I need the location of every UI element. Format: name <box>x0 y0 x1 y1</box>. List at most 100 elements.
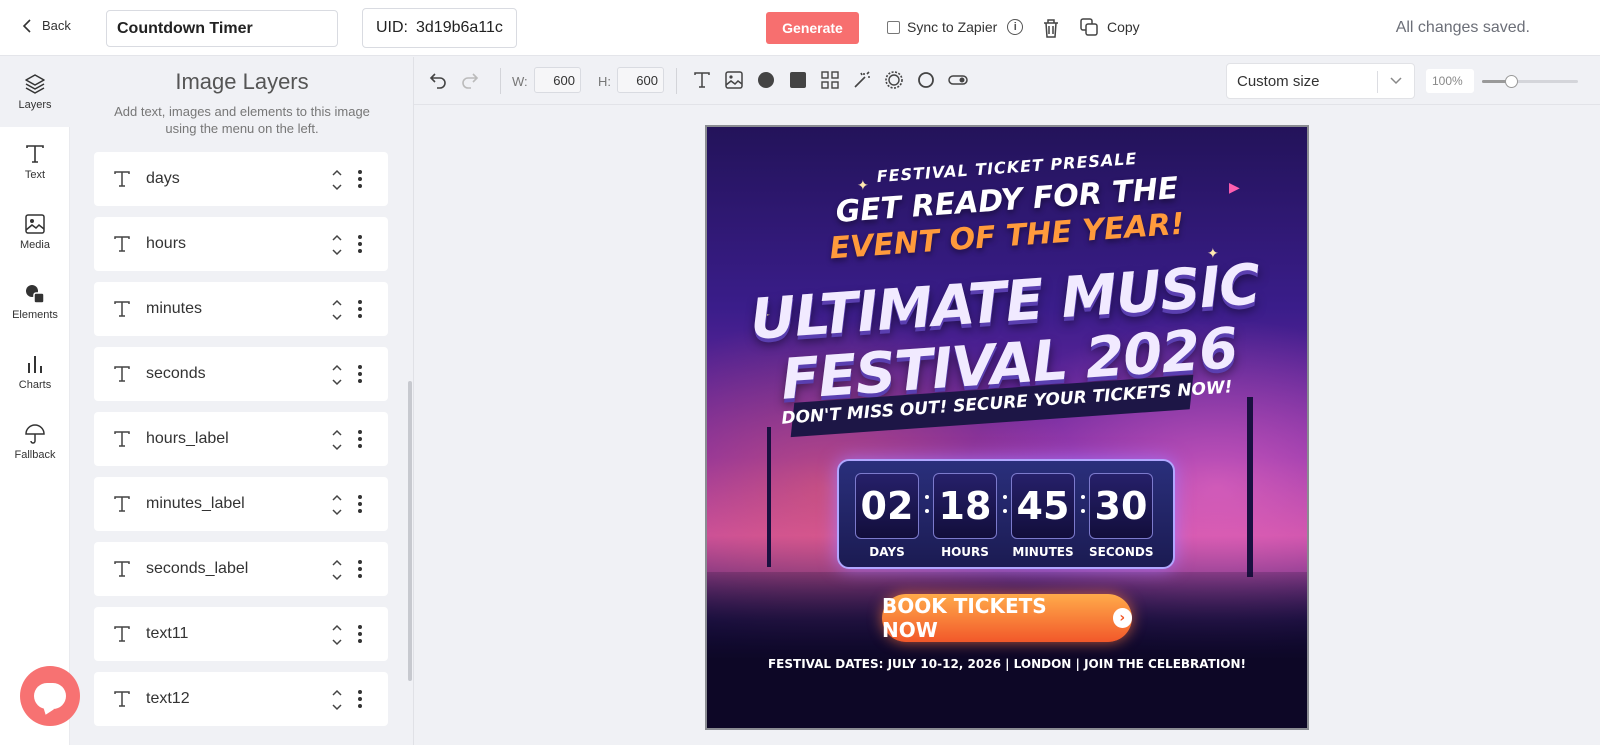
more-options-icon[interactable] <box>358 430 362 448</box>
trash-icon[interactable] <box>1042 18 1060 38</box>
festival-dates-text: FESTIVAL DATES: JULY 10-12, 2026 | LONDO… <box>767 657 1246 671</box>
layer-item[interactable]: text11 <box>94 607 388 661</box>
layer-name: seconds_label <box>146 560 249 577</box>
sync-zapier-checkbox[interactable] <box>887 20 900 34</box>
book-tickets-label: BOOK TICKETS NOW <box>882 594 1047 642</box>
layer-item[interactable]: minutes_label <box>94 477 388 531</box>
text-icon <box>26 145 44 163</box>
layer-item[interactable]: seconds <box>94 347 388 401</box>
text-layer-icon <box>112 364 132 384</box>
zoom-slider[interactable] <box>1482 75 1578 88</box>
sync-zapier[interactable]: Sync to Zapier i <box>887 19 1024 35</box>
height-input[interactable] <box>617 67 664 93</box>
more-options-icon[interactable] <box>358 170 362 188</box>
more-options-icon[interactable] <box>358 235 362 253</box>
grid-icon[interactable] <box>820 70 840 90</box>
countdown-minutes-label: MINUTES <box>1012 545 1074 559</box>
toggle-icon[interactable] <box>948 70 968 90</box>
back-button[interactable]: Back <box>22 18 71 33</box>
copy-button[interactable]: Copy <box>1080 18 1140 36</box>
image-icon <box>25 214 45 234</box>
top-bar: Back UID: 3d19b6a11c Generate Sync to Za… <box>0 0 1600 56</box>
rail-item-charts[interactable]: Charts <box>0 337 70 407</box>
template-name-input[interactable] <box>106 10 338 47</box>
design-canvas[interactable]: ✦ ✦ ✦ ▶ FESTIVAL TICKET PRESALE GET READ… <box>705 125 1309 730</box>
countdown-seconds: 30 <box>1089 473 1153 539</box>
editor-toolbar: W: H: Custom size 100% <box>414 57 1600 105</box>
more-options-icon[interactable] <box>358 495 362 513</box>
countdown-seconds-label: SECONDS <box>1089 545 1154 559</box>
width-label: W: <box>512 74 528 89</box>
rail-item-fallback[interactable]: Fallback <box>0 407 70 477</box>
panel-subtitle: Add text, images and elements to this im… <box>114 104 370 136</box>
panel-scrollbar[interactable] <box>408 381 412 681</box>
text-layer-icon <box>112 234 132 254</box>
more-options-icon[interactable] <box>358 625 362 643</box>
reorder-icon[interactable] <box>332 623 342 647</box>
panel-title: Image Layers <box>175 69 309 94</box>
countdown-panel: 02 18 45 30 DAYS HOURS MINUTES SECONDS <box>837 459 1175 569</box>
magic-wand-icon[interactable] <box>852 70 872 90</box>
size-preset-select[interactable]: Custom size <box>1226 63 1415 99</box>
countdown-minutes: 45 <box>1011 473 1075 539</box>
reorder-icon[interactable] <box>332 298 342 322</box>
layer-item[interactable]: hours_label <box>94 412 388 466</box>
rail-item-text[interactable]: Text <box>0 127 70 197</box>
layer-name: text12 <box>146 690 190 707</box>
layer-item[interactable]: seconds_label <box>94 542 388 596</box>
layer-item[interactable]: text12 <box>94 672 388 726</box>
badge-icon[interactable] <box>884 70 904 90</box>
reorder-icon[interactable] <box>332 363 342 387</box>
left-rail: Layers Text Media Elements Charts Fallba… <box>0 57 70 745</box>
layers-panel: Image Layers Add text, images and elemen… <box>70 57 414 745</box>
add-image-icon[interactable] <box>724 70 744 90</box>
reorder-icon[interactable] <box>332 493 342 517</box>
rail-label-text: Text <box>24 169 46 181</box>
undo-icon[interactable] <box>428 70 448 90</box>
redo-icon[interactable] <box>460 70 480 90</box>
width-input[interactable] <box>534 67 581 93</box>
reorder-icon[interactable] <box>332 428 342 452</box>
reorder-icon[interactable] <box>332 688 342 712</box>
generate-button[interactable]: Generate <box>766 12 859 44</box>
more-options-icon[interactable] <box>358 300 362 318</box>
rail-label-charts: Charts <box>18 379 52 391</box>
save-status: All changes saved. <box>1395 19 1530 36</box>
book-tickets-button: BOOK TICKETS NOW › <box>882 594 1132 642</box>
copy-icon <box>1080 18 1098 36</box>
copy-label: Copy <box>1107 19 1140 35</box>
select-divider <box>1377 71 1378 93</box>
layer-item[interactable]: hours <box>94 217 388 271</box>
reorder-icon[interactable] <box>332 168 342 192</box>
more-options-icon[interactable] <box>358 690 362 708</box>
text-layer-icon <box>112 299 132 319</box>
rail-label-layers: Layers <box>18 99 52 111</box>
add-circle-icon[interactable] <box>756 70 776 90</box>
bar-chart-icon <box>28 356 42 373</box>
chat-widget-button[interactable] <box>20 666 80 726</box>
uid-display: UID: 3d19b6a11c <box>362 8 517 48</box>
more-options-icon[interactable] <box>358 560 362 578</box>
rail-item-media[interactable]: Media <box>0 197 70 267</box>
uid-value: 3d19b6a11c <box>416 19 503 36</box>
uid-label: UID: <box>376 19 408 36</box>
layer-item[interactable]: minutes <box>94 282 388 336</box>
ring-icon[interactable] <box>916 70 936 90</box>
add-text-icon[interactable] <box>692 70 712 90</box>
rail-item-layers[interactable]: Layers <box>0 57 70 127</box>
info-icon[interactable]: i <box>1007 19 1024 35</box>
shapes-icon <box>26 285 45 304</box>
chat-bubble-icon <box>34 683 66 709</box>
zoom-slider-thumb[interactable] <box>1504 75 1518 88</box>
more-options-icon[interactable] <box>358 365 362 383</box>
toolbar-divider <box>676 68 677 94</box>
reorder-icon[interactable] <box>332 233 342 257</box>
layer-item[interactable]: days <box>94 152 388 206</box>
rail-item-elements[interactable]: Elements <box>0 267 70 337</box>
stage-truss-left <box>767 427 771 567</box>
rail-label-media: Media <box>20 239 50 251</box>
countdown-separator <box>925 489 929 519</box>
add-rectangle-icon[interactable] <box>788 70 808 90</box>
reorder-icon[interactable] <box>332 558 342 582</box>
countdown-separator <box>1081 489 1085 519</box>
